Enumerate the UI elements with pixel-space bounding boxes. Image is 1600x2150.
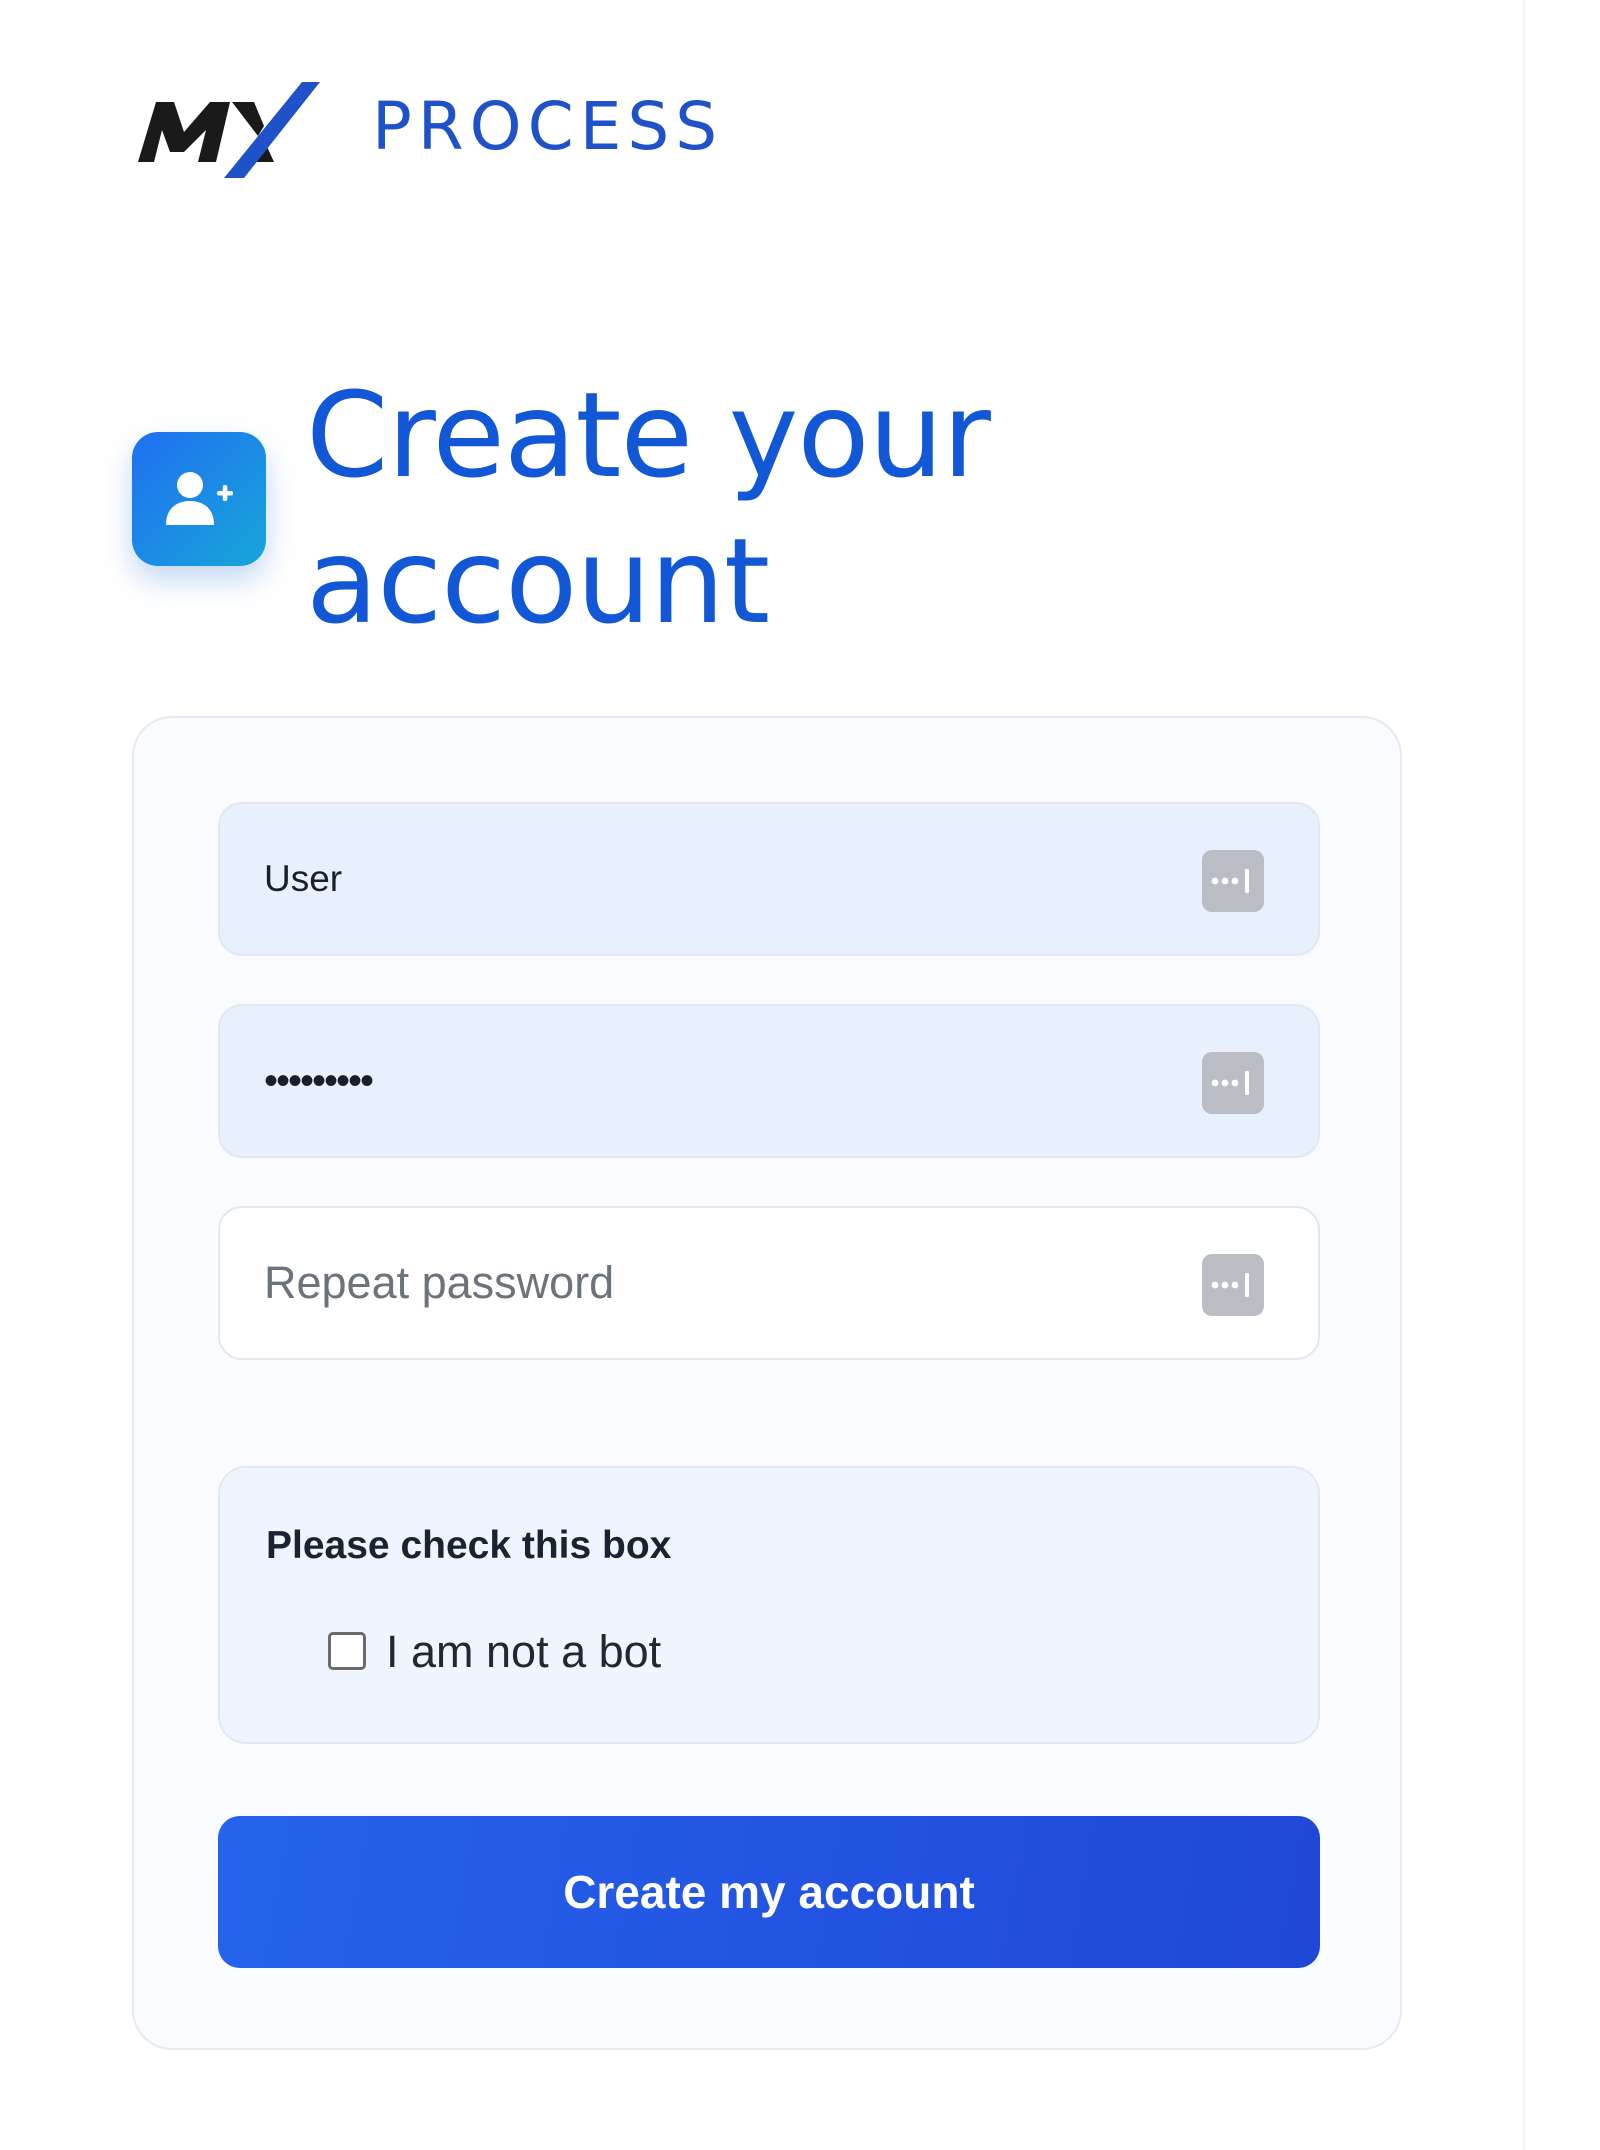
repeat-password-placeholder: Repeat password bbox=[264, 1257, 615, 1308]
mx-process-logo: PROCESS bbox=[132, 70, 782, 190]
captcha-box: Please check this box I am not a bot bbox=[218, 1466, 1320, 1744]
user-plus-icon bbox=[132, 432, 266, 566]
username-value: User bbox=[264, 858, 343, 899]
page-divider bbox=[1523, 0, 1525, 2150]
signup-card: User ••••••••• Repeat password Please ch… bbox=[132, 716, 1402, 2050]
repeat-password-field[interactable]: Repeat password bbox=[218, 1206, 1320, 1360]
password-manager-icon[interactable] bbox=[1202, 850, 1264, 912]
not-a-bot-checkbox[interactable] bbox=[328, 1632, 366, 1670]
create-account-button[interactable]: Create my account bbox=[218, 1816, 1320, 1968]
password-value: ••••••••• bbox=[264, 1058, 374, 1103]
mx-logo-mark bbox=[138, 82, 320, 178]
not-a-bot-label[interactable]: I am not a bot bbox=[386, 1626, 661, 1678]
page-title: Create your account bbox=[306, 366, 991, 650]
password-field[interactable]: ••••••••• bbox=[218, 1004, 1320, 1158]
logo-process-text: PROCESS bbox=[372, 88, 724, 165]
password-manager-icon[interactable] bbox=[1202, 1254, 1264, 1316]
password-manager-icon[interactable] bbox=[1202, 1052, 1264, 1114]
captcha-title: Please check this box bbox=[266, 1524, 672, 1567]
username-field[interactable]: User bbox=[218, 802, 1320, 956]
